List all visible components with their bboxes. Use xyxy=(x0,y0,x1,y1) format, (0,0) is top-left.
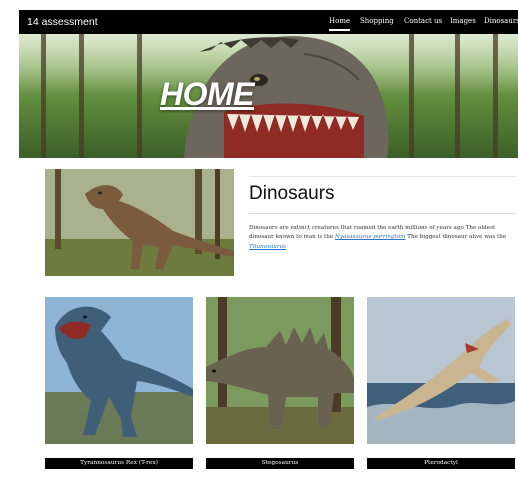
intro-divider-top xyxy=(249,176,515,177)
hero-title: HOME xyxy=(160,76,255,112)
intro-paragraph: Dinosaurs are extinct creatures that roa… xyxy=(249,224,515,252)
nav-link-contact-us[interactable]: Contact us xyxy=(404,17,442,25)
intro-heading: Dinosaurs xyxy=(249,183,335,204)
intro-dinosaur-image xyxy=(45,169,234,276)
stegosaurus-illustration xyxy=(206,297,354,444)
top-navbar: 14 assessment Home Shopping Contact us I… xyxy=(19,10,518,34)
hero-banner: HOME xyxy=(19,34,518,158)
trex-illustration xyxy=(45,297,193,444)
site-brand[interactable]: 14 assessment xyxy=(27,16,98,28)
card-image-stegosaurus xyxy=(206,297,354,444)
pterodactyl-illustration xyxy=(367,297,515,444)
card-label-pterodactyl[interactable]: Pterodactyl xyxy=(367,458,515,469)
intro-text-part2: The biggest dinosaur alive was the xyxy=(405,234,507,241)
nav-link-shopping[interactable]: Shopping xyxy=(360,17,394,25)
card-label-stegosaurus[interactable]: Stegosaurus xyxy=(206,458,354,469)
card-image-trex xyxy=(45,297,193,444)
hero-dinosaur-image xyxy=(184,36,389,158)
card-image-pterodactyl xyxy=(367,297,515,444)
link-titanosaurus[interactable]: Titanosaurus xyxy=(249,244,286,250)
card-label-trex[interactable]: Tyrannosaurus Rex (T-rex) xyxy=(45,458,193,469)
nav-link-dinosaurs[interactable]: Dinosaurs xyxy=(484,17,518,25)
link-nyasasaurus[interactable]: Nyasasaurus parringtoni xyxy=(335,234,406,240)
nav-link-images[interactable]: Images xyxy=(450,17,476,25)
intro-dinosaur-illustration xyxy=(45,169,234,276)
nav-link-home[interactable]: Home xyxy=(329,17,351,31)
intro-divider-bottom xyxy=(249,213,515,214)
